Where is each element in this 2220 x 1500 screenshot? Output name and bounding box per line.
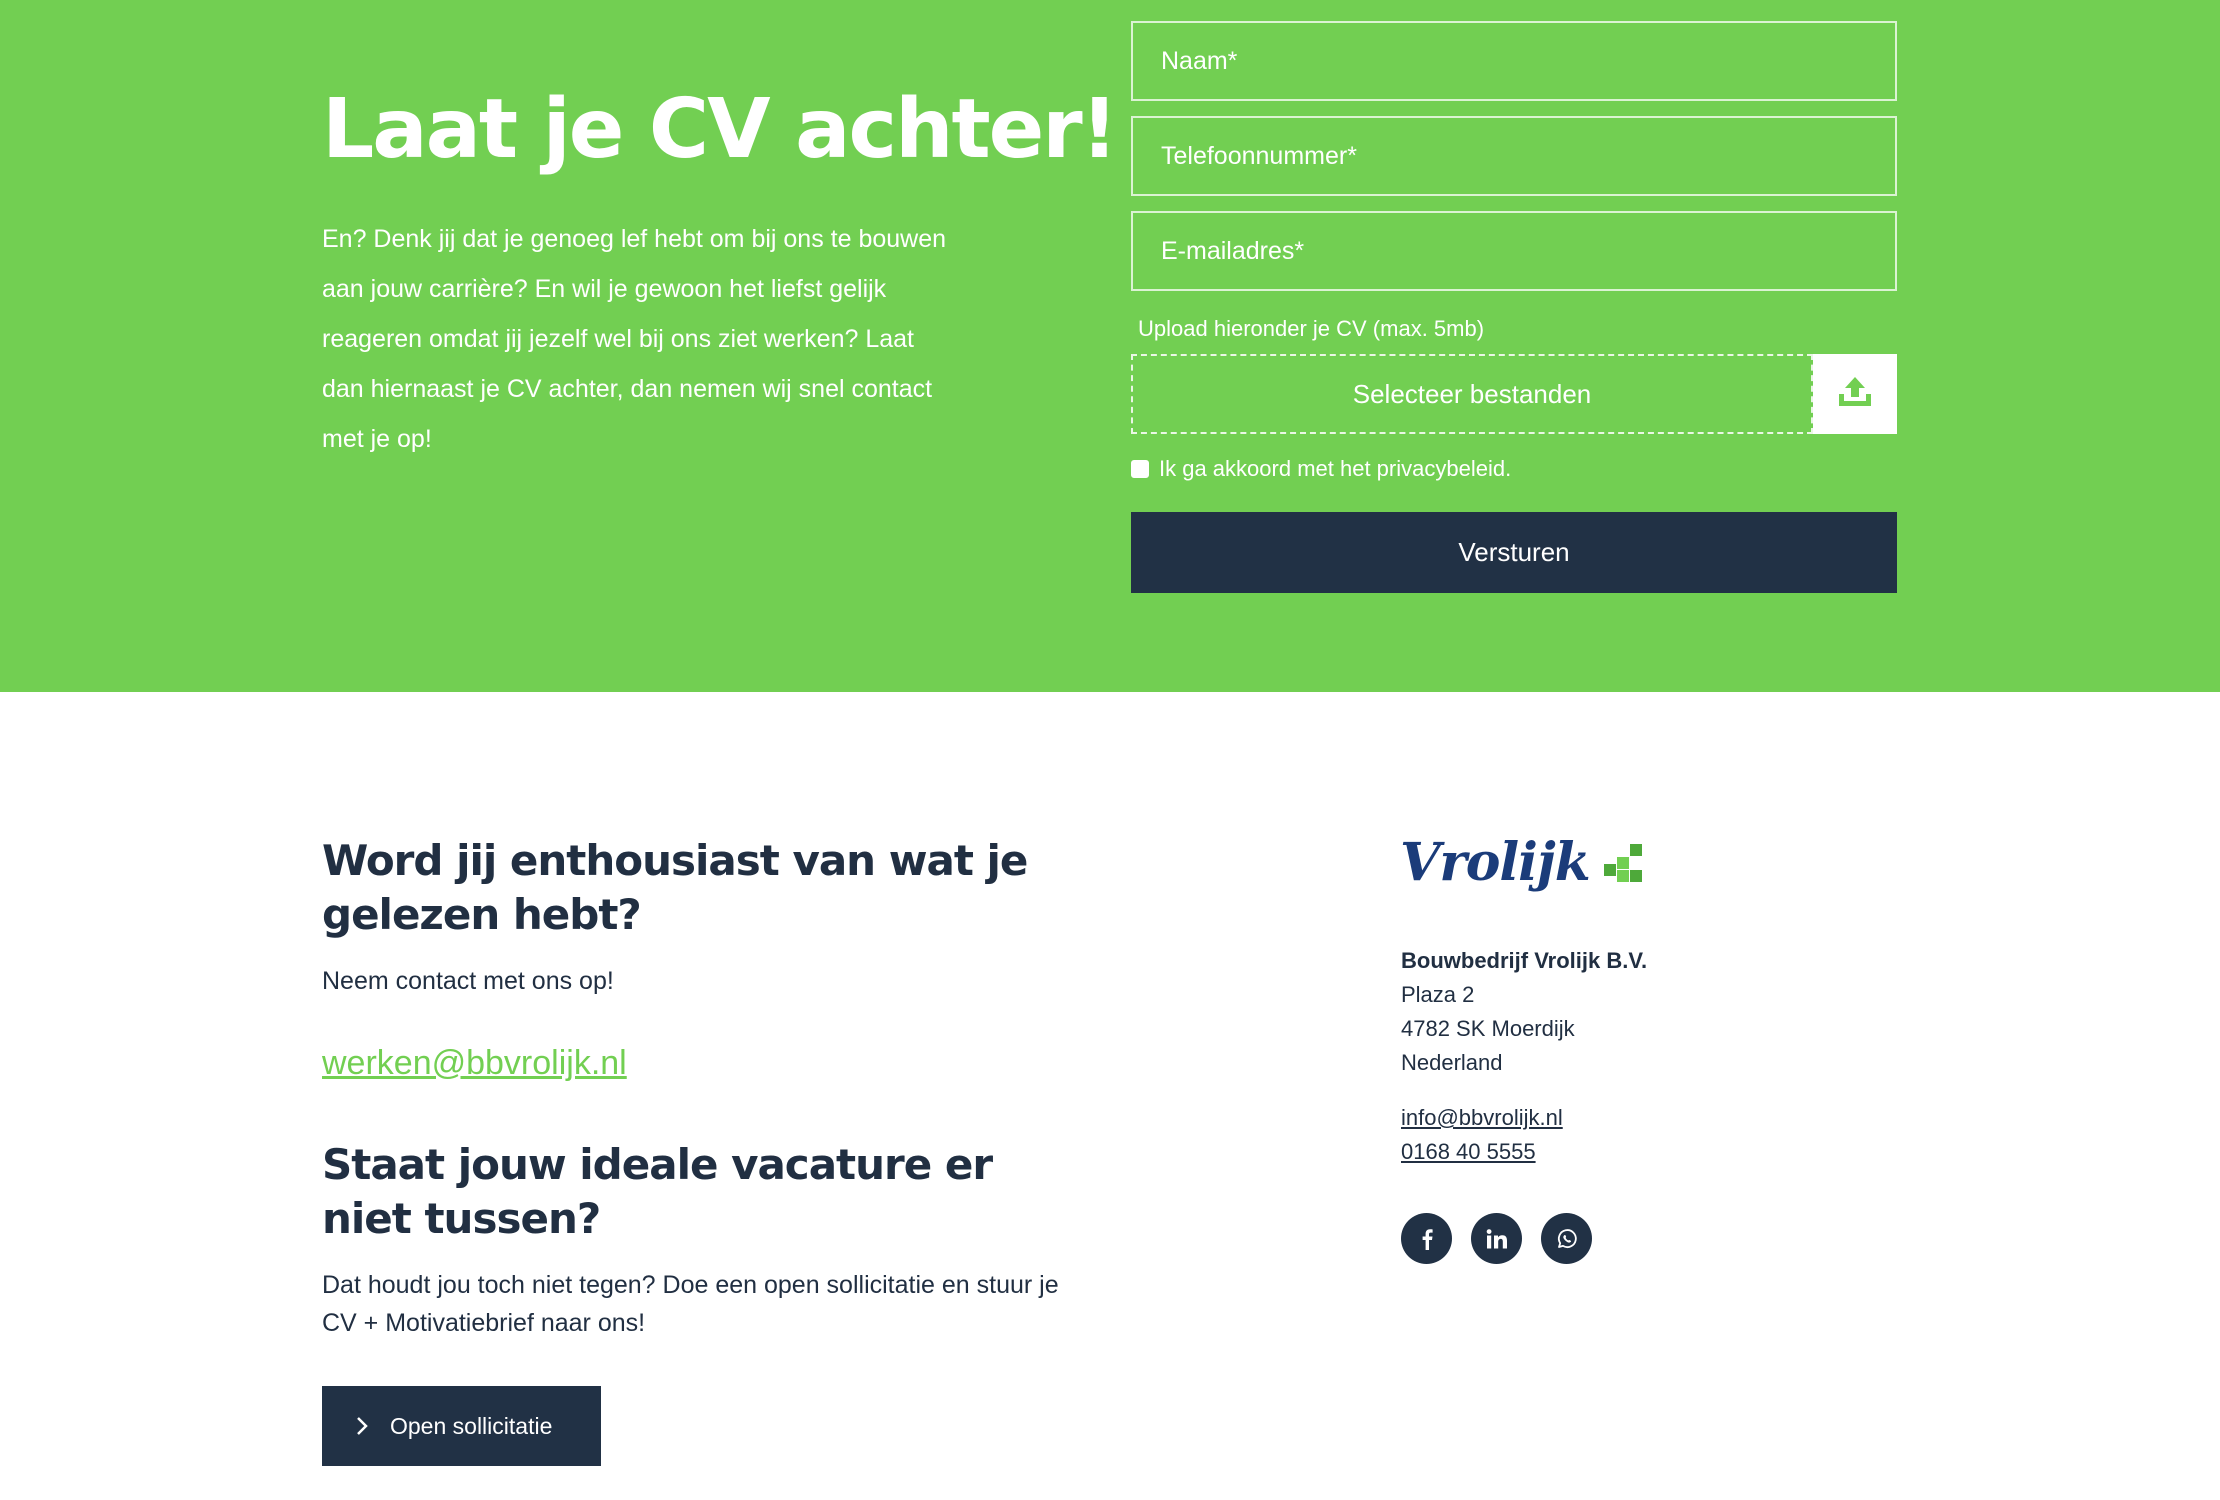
careers-email-link[interactable]: werken@bbvrolijk.nl [322,1044,627,1083]
company-logo: Vrolijk [1400,832,1642,893]
linkedin-button[interactable] [1471,1213,1522,1264]
chevron-right-icon [356,1416,368,1436]
hero-description: En? Denk jij dat je genoeg lef hebt om b… [322,225,947,453]
linkedin-icon [1486,1228,1507,1248]
company-city: 4782 SK Moerdijk [1401,1016,1575,1041]
phone-field[interactable] [1131,116,1897,196]
company-contact: info@bbvrolijk.nl 0168 40 5555 [1401,1101,1563,1169]
company-name: Bouwbedrijf Vrolijk B.V. [1401,948,1648,973]
submit-button[interactable]: Versturen [1131,512,1897,593]
company-country: Nederland [1401,1050,1503,1075]
open-application-label: Open sollicitatie [390,1412,553,1439]
contact-subtext: Neem contact met ons op! [322,967,614,995]
name-field[interactable] [1131,21,1897,101]
select-files-label: Selecteer bestanden [1352,378,1592,409]
whatsapp-button[interactable] [1541,1213,1592,1264]
company-email-link[interactable]: info@bbvrolijk.nl [1401,1101,1563,1135]
open-application-heading: Staat jouw ideale vacature er niet tusse… [322,1140,993,1243]
logo-mark [1603,843,1642,882]
upload-icon [1836,375,1874,414]
company-address: Bouwbedrijf Vrolijk B.V. Plaza 2 4782 SK… [1401,944,1647,1080]
submit-label: Versturen [1458,537,1570,567]
cv-hero-section: Laat je CV achter! En? Denk jij dat je g… [0,0,2220,692]
contact-heading: Word jij enthousiast van wat je gelezen … [322,836,1028,939]
privacy-checkbox[interactable] [1131,460,1149,478]
social-links [1401,1213,1592,1264]
privacy-consent-label: Ik ga akkoord met het privacybeleid. [1159,456,1512,481]
logo-wordmark: Vrolijk [1400,832,1591,893]
upload-button[interactable] [1813,354,1897,434]
company-street: Plaza 2 [1401,982,1475,1007]
facebook-icon [1422,1228,1433,1250]
whatsapp-icon [1557,1228,1577,1248]
open-application-button[interactable]: Open sollicitatie [322,1386,601,1466]
email-field[interactable] [1131,211,1897,291]
hero-title: Laat je CV achter! [322,82,1118,177]
company-phone-link[interactable]: 0168 40 5555 [1401,1135,1563,1169]
facebook-button[interactable] [1401,1213,1452,1264]
upload-label: Upload hieronder je CV (max. 5mb) [1138,316,1485,341]
open-application-text: Dat houdt jou toch niet tegen? Doe een o… [322,1271,1059,1337]
privacy-consent: Ik ga akkoord met het privacybeleid. [1131,456,1511,482]
select-files-button[interactable]: Selecteer bestanden [1131,354,1813,434]
